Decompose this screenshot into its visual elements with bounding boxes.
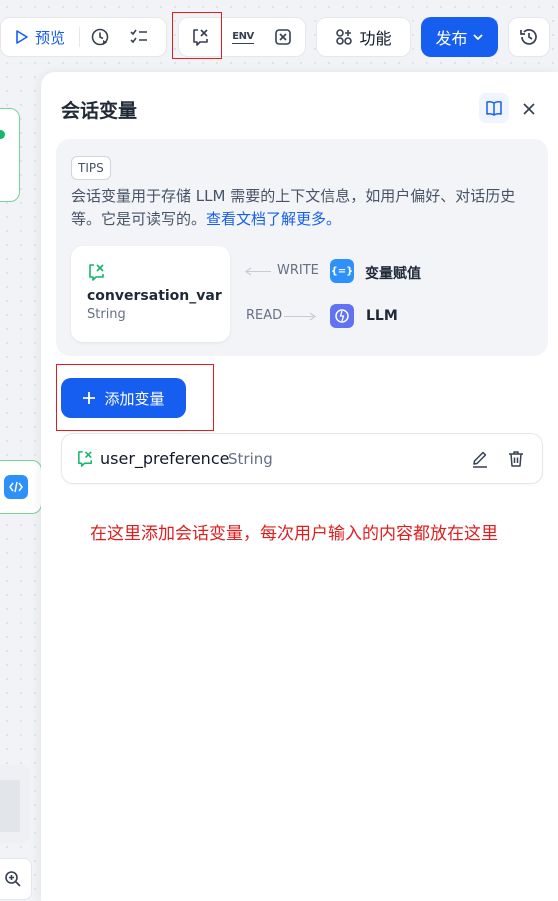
highlight-conversation-vars-button	[172, 12, 222, 59]
highlight-add-variable	[56, 364, 214, 431]
docs-link[interactable]: 查看文档了解更多。	[206, 210, 341, 228]
clock-play-icon	[91, 28, 109, 46]
version-history-button[interactable]	[508, 17, 550, 57]
arrow-right-icon	[309, 312, 317, 321]
minimap-block	[0, 780, 20, 832]
read-node-name: LLM	[366, 308, 398, 324]
variable-assigner-icon: {=}	[330, 259, 354, 283]
canvas-node-partial[interactable]	[0, 108, 20, 202]
chevron-down-icon	[472, 34, 483, 41]
preview-toolbar-group: 预览	[0, 17, 167, 57]
close-button[interactable]	[518, 98, 540, 120]
code-node-icon	[4, 475, 28, 499]
panel-title: 会话变量	[61, 100, 138, 122]
write-label: WRITE	[277, 263, 319, 278]
function-label: 功能	[359, 29, 392, 48]
read-label: READ	[246, 308, 283, 323]
annotation-note: 在这里添加会话变量，每次用户输入的内容都放在这里	[90, 524, 498, 544]
tips-text: 会话变量用于存储 LLM 需要的上下文信息，如用户偏好、对话历史等。它是可读写的…	[71, 185, 531, 231]
preview-label: 预览	[34, 28, 65, 47]
preview-button[interactable]: 预览	[1, 18, 79, 56]
delete-variable-button[interactable]	[506, 449, 526, 469]
conversation-var-icon	[89, 264, 104, 281]
llm-icon	[330, 304, 354, 328]
env-button[interactable]: ENV	[223, 18, 263, 56]
tips-tag: TIPS	[71, 156, 111, 180]
history-icon	[520, 29, 537, 45]
zoom-in-icon	[5, 871, 21, 887]
env-icon: ENV	[232, 30, 254, 44]
global-variables-button[interactable]	[263, 18, 303, 56]
conversation-var-icon	[78, 451, 92, 467]
docs-button[interactable]	[479, 93, 509, 123]
edit-icon	[473, 451, 487, 468]
checklist-icon	[130, 29, 147, 44]
play-icon	[16, 30, 28, 44]
run-history-button[interactable]	[80, 18, 120, 56]
publish-button[interactable]: 发布	[421, 17, 498, 57]
checklist-button[interactable]	[120, 18, 158, 56]
variable-x-icon	[275, 29, 291, 45]
example-var-type: String	[87, 307, 126, 322]
variable-type: String	[228, 450, 273, 468]
function-grid-icon	[336, 29, 353, 45]
zoom-control[interactable]	[0, 858, 32, 900]
variable-name: user_preference	[100, 449, 230, 468]
edit-variable-button[interactable]	[470, 449, 490, 469]
arrow-left-icon	[244, 267, 252, 276]
example-var-name: conversation_var	[87, 288, 222, 304]
function-button[interactable]: 功能	[316, 17, 411, 57]
book-icon	[486, 101, 502, 116]
write-node-name: 变量赋值	[365, 266, 421, 282]
trash-icon	[509, 451, 523, 467]
close-icon	[523, 103, 535, 115]
publish-label: 发布	[435, 29, 468, 48]
